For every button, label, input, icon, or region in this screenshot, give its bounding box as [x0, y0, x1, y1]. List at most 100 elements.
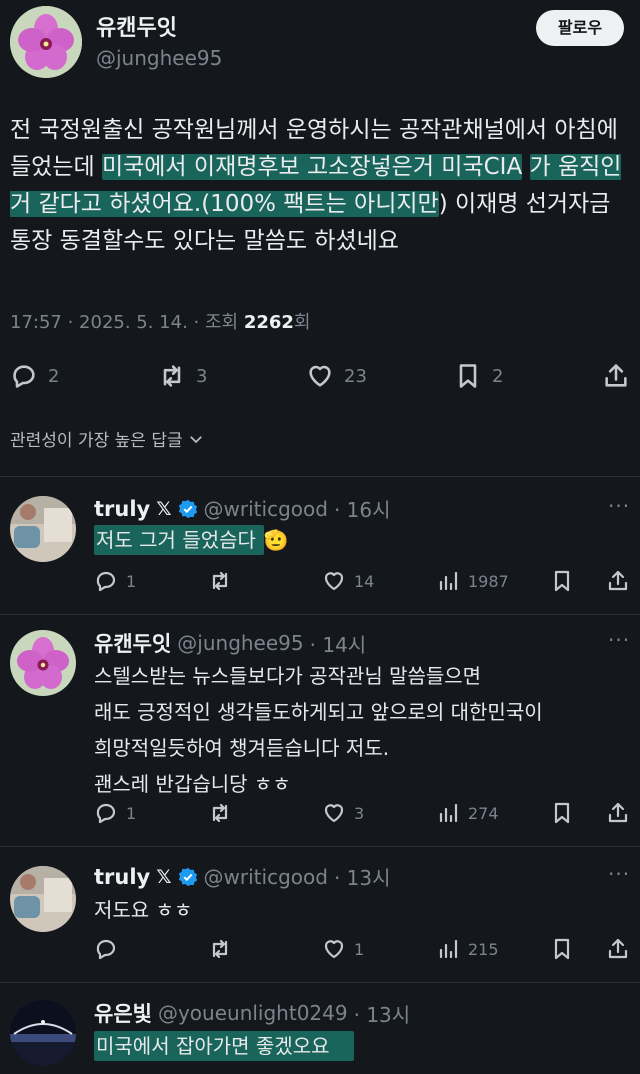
reply-author-handle[interactable]: @junghee95	[177, 631, 303, 655]
reply-text-highlight: 미국에서 잡아가면 좋겠오요	[94, 1031, 354, 1061]
reply-icon	[96, 803, 116, 824]
reply-header: 유캔두잇 @junghee95 · 14시	[94, 628, 366, 658]
like-count: 14	[354, 571, 375, 591]
views-button[interactable]: 1987	[436, 566, 509, 596]
repost-icon	[163, 365, 181, 387]
share-button[interactable]	[602, 356, 630, 396]
x-badge-icon: 𝕏	[156, 497, 172, 520]
reply-time[interactable]: · 16시	[334, 494, 391, 523]
reply-header: truly 𝕏 @writicgood · 16시	[94, 494, 391, 523]
repost-count: 3	[196, 365, 208, 387]
reply-header: truly 𝕏 @writicgood · 13시	[94, 862, 391, 891]
author-handle[interactable]: @junghee95	[96, 46, 222, 70]
divider	[0, 476, 640, 477]
reply-icon	[96, 571, 116, 592]
views-count: 215	[468, 939, 499, 959]
heart-icon	[324, 572, 344, 591]
reply-count: 1	[126, 571, 137, 591]
reply-avatar[interactable]	[10, 1000, 76, 1066]
views-chart-icon	[439, 939, 458, 959]
reply-author-name[interactable]: 유은빛	[94, 998, 152, 1028]
reply-text-line: 괜스레 반갑습니당 ㅎㅎ	[94, 772, 291, 796]
reply-count: 2	[48, 365, 60, 387]
like-count: 3	[354, 803, 365, 823]
divider	[0, 982, 640, 983]
repost-button[interactable]	[208, 934, 240, 964]
share-icon	[605, 364, 627, 387]
reply-author-handle[interactable]: @writicgood	[204, 497, 328, 521]
share-icon	[608, 570, 628, 591]
divider	[0, 614, 640, 615]
reply-text-line: 스텔스받는 뉴스들보다가 공작관님 말씀들으면	[94, 664, 482, 688]
views-count: 1987	[468, 571, 509, 591]
bookmark-button[interactable]	[550, 934, 574, 964]
post-timestamp[interactable]: 17:57 · 2025. 5. 14. · 조회	[10, 312, 244, 333]
repost-button[interactable]: 3	[158, 356, 207, 396]
reply-author-name[interactable]: truly	[94, 497, 150, 521]
author-name[interactable]: 유캔두잇	[96, 10, 177, 42]
views-button[interactable]: 274	[436, 798, 499, 828]
reply-text-line: 래도 긍정적인 생각들도하게되고 앞으로의 대한민국이	[94, 700, 543, 724]
reply-text-line: 희망적일듯하여 챙겨듣습니다 저도.	[94, 736, 390, 760]
reply-time[interactable]: · 13시	[334, 862, 391, 891]
bookmark-button[interactable]: 2	[454, 356, 503, 396]
heart-icon	[324, 940, 344, 959]
reply-time[interactable]: · 13시	[354, 999, 411, 1028]
share-button[interactable]	[606, 934, 630, 964]
follow-button[interactable]: 팔로우	[536, 10, 624, 46]
reply-avatar[interactable]	[10, 866, 76, 932]
author-avatar[interactable]	[10, 6, 82, 78]
verified-icon	[178, 867, 197, 886]
repost-button[interactable]	[208, 798, 240, 828]
views-chart-icon	[439, 803, 458, 823]
bookmark-button[interactable]	[550, 566, 574, 596]
reply-button[interactable]: 2	[10, 356, 59, 396]
more-options-icon[interactable]: ···	[608, 628, 630, 652]
views-count: 274	[468, 803, 499, 823]
post-text: 전 국정원출신 공작원님께서 운영하시는 공작관채널에서 아침에 들었는데 미국…	[10, 112, 635, 260]
reply-icon	[96, 939, 116, 960]
repost-icon	[212, 803, 228, 823]
reply-time[interactable]: · 14시	[310, 629, 367, 658]
like-button[interactable]: 3	[322, 798, 364, 828]
reply-author-name[interactable]: truly	[94, 865, 150, 889]
repost-button[interactable]	[208, 566, 240, 596]
reply-author-handle[interactable]: @youeunlight0249	[158, 1001, 348, 1025]
reply-author-handle[interactable]: @writicgood	[204, 865, 328, 889]
reply-avatar[interactable]	[10, 496, 76, 562]
reply-avatar[interactable]	[10, 630, 76, 696]
views-button[interactable]: 215	[436, 934, 499, 964]
reply-sort-dropdown[interactable]: 관련성이 가장 높은 답글	[10, 426, 205, 451]
reply-button[interactable]: 1	[94, 798, 136, 828]
share-button[interactable]	[606, 566, 630, 596]
bookmark-icon	[554, 802, 570, 824]
reply-sort-label: 관련성이 가장 높은 답글	[10, 431, 183, 451]
reply-author-name[interactable]: 유캔두잇	[94, 628, 171, 658]
post-text-highlight-1: 미국에서 이재명후보 고소장넣은거 미국CIA	[101, 154, 523, 180]
bookmark-button[interactable]	[550, 798, 574, 828]
share-button[interactable]	[606, 798, 630, 828]
repost-icon	[212, 939, 228, 959]
bookmark-icon	[554, 570, 570, 592]
reply-button[interactable]	[94, 934, 126, 964]
like-count: 1	[354, 939, 365, 959]
reply-count: 1	[126, 803, 137, 823]
share-icon	[608, 802, 628, 823]
like-button[interactable]: 23	[306, 356, 367, 396]
reply-text: 저도 그거 들었슴다 🫡	[94, 524, 289, 556]
more-options-icon[interactable]: ···	[608, 494, 630, 518]
reply-text: 스텔스받는 뉴스들보다가 공작관님 말씀들으면 래도 긍정적인 생각들도하게되고…	[94, 660, 624, 800]
like-button[interactable]: 14	[322, 566, 374, 596]
like-button[interactable]: 1	[322, 934, 364, 964]
views-chart-icon	[439, 571, 458, 591]
reply-header: 유은빛 @youeunlight0249 · 13시	[94, 998, 410, 1028]
like-count: 23	[344, 365, 367, 387]
post-views: 2262	[243, 312, 294, 333]
share-icon	[608, 938, 628, 959]
heart-icon	[309, 365, 331, 387]
heart-icon	[324, 804, 344, 823]
post-meta: 17:57 · 2025. 5. 14. · 조회 2262회	[10, 308, 311, 334]
reply-text-highlight: 저도 그거 들었슴다	[94, 525, 264, 555]
more-options-icon[interactable]: ···	[608, 862, 630, 886]
reply-button[interactable]: 1	[94, 566, 136, 596]
